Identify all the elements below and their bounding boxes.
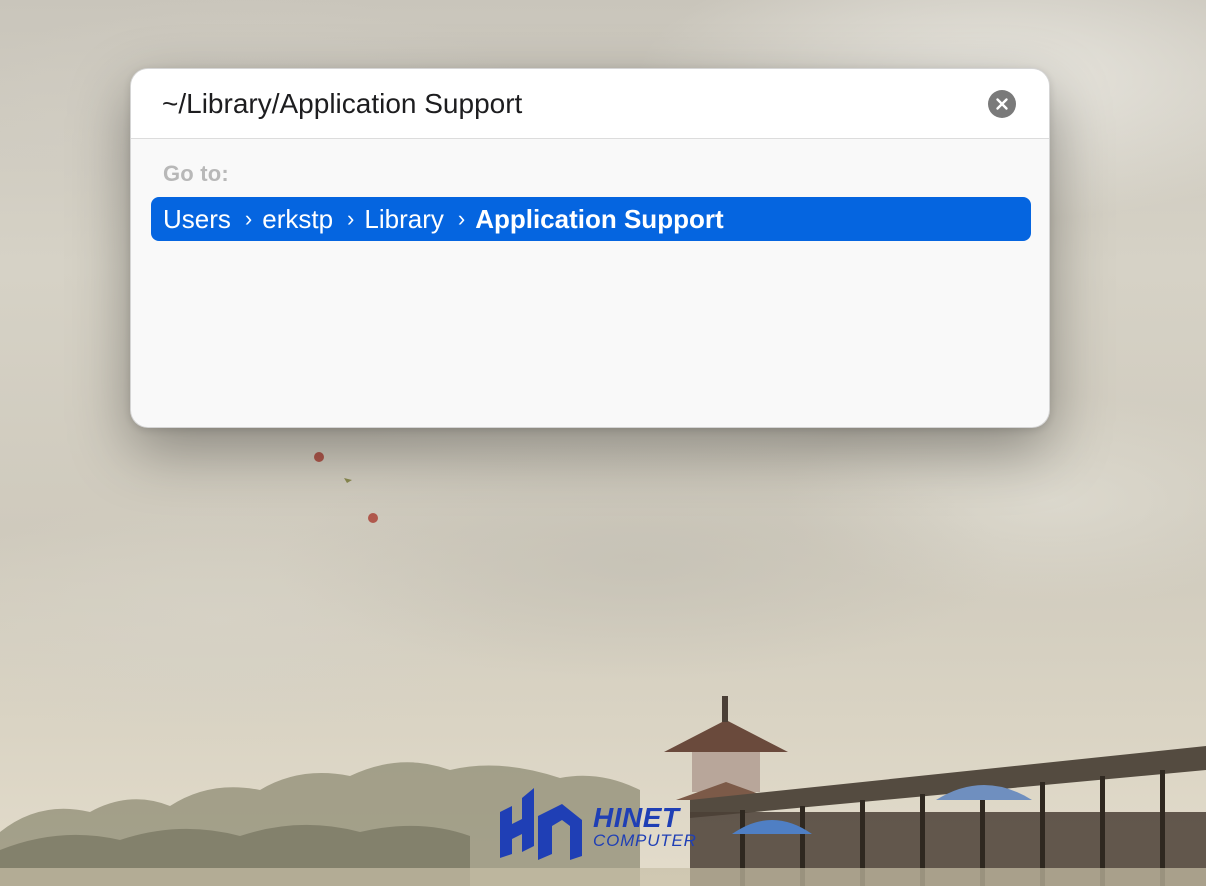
logo-sub-text: COMPUTER	[593, 831, 697, 850]
path-suggestion-row[interactable]: Users › erkstp › Library › Application S…	[151, 197, 1031, 241]
temple-roof	[664, 720, 788, 752]
kite	[314, 452, 324, 462]
hinet-logo-mark	[500, 788, 582, 860]
pavilion-roof	[690, 746, 1206, 818]
crumb-library: Library	[364, 203, 444, 234]
go-to-label: Go to:	[163, 161, 229, 186]
go-to-folder-panel: Go to: Users › erkstp › Library › Applic…	[130, 68, 1050, 428]
crumb-users: Users	[163, 203, 231, 234]
path-input[interactable]	[162, 84, 982, 124]
chevron-right-icon: ›	[244, 206, 253, 231]
hinet-logo: HINET COMPUTER	[496, 784, 712, 864]
crumb-application-support: Application Support	[475, 203, 724, 234]
sand	[0, 868, 1206, 886]
kite	[344, 478, 352, 483]
xmark-circle-icon	[996, 98, 1008, 110]
clear-button[interactable]	[988, 90, 1016, 118]
kite	[368, 513, 378, 523]
desktop-wallpaper: Go to: Users › erkstp › Library › Applic…	[0, 0, 1206, 886]
temple-spire	[722, 696, 728, 722]
path-field-row	[131, 69, 1049, 139]
chevron-right-icon: ›	[457, 206, 466, 231]
crumb-erkstp: erkstp	[262, 203, 334, 234]
chevron-right-icon: ›	[347, 206, 355, 231]
logo-brand-text: HINET	[593, 802, 680, 833]
